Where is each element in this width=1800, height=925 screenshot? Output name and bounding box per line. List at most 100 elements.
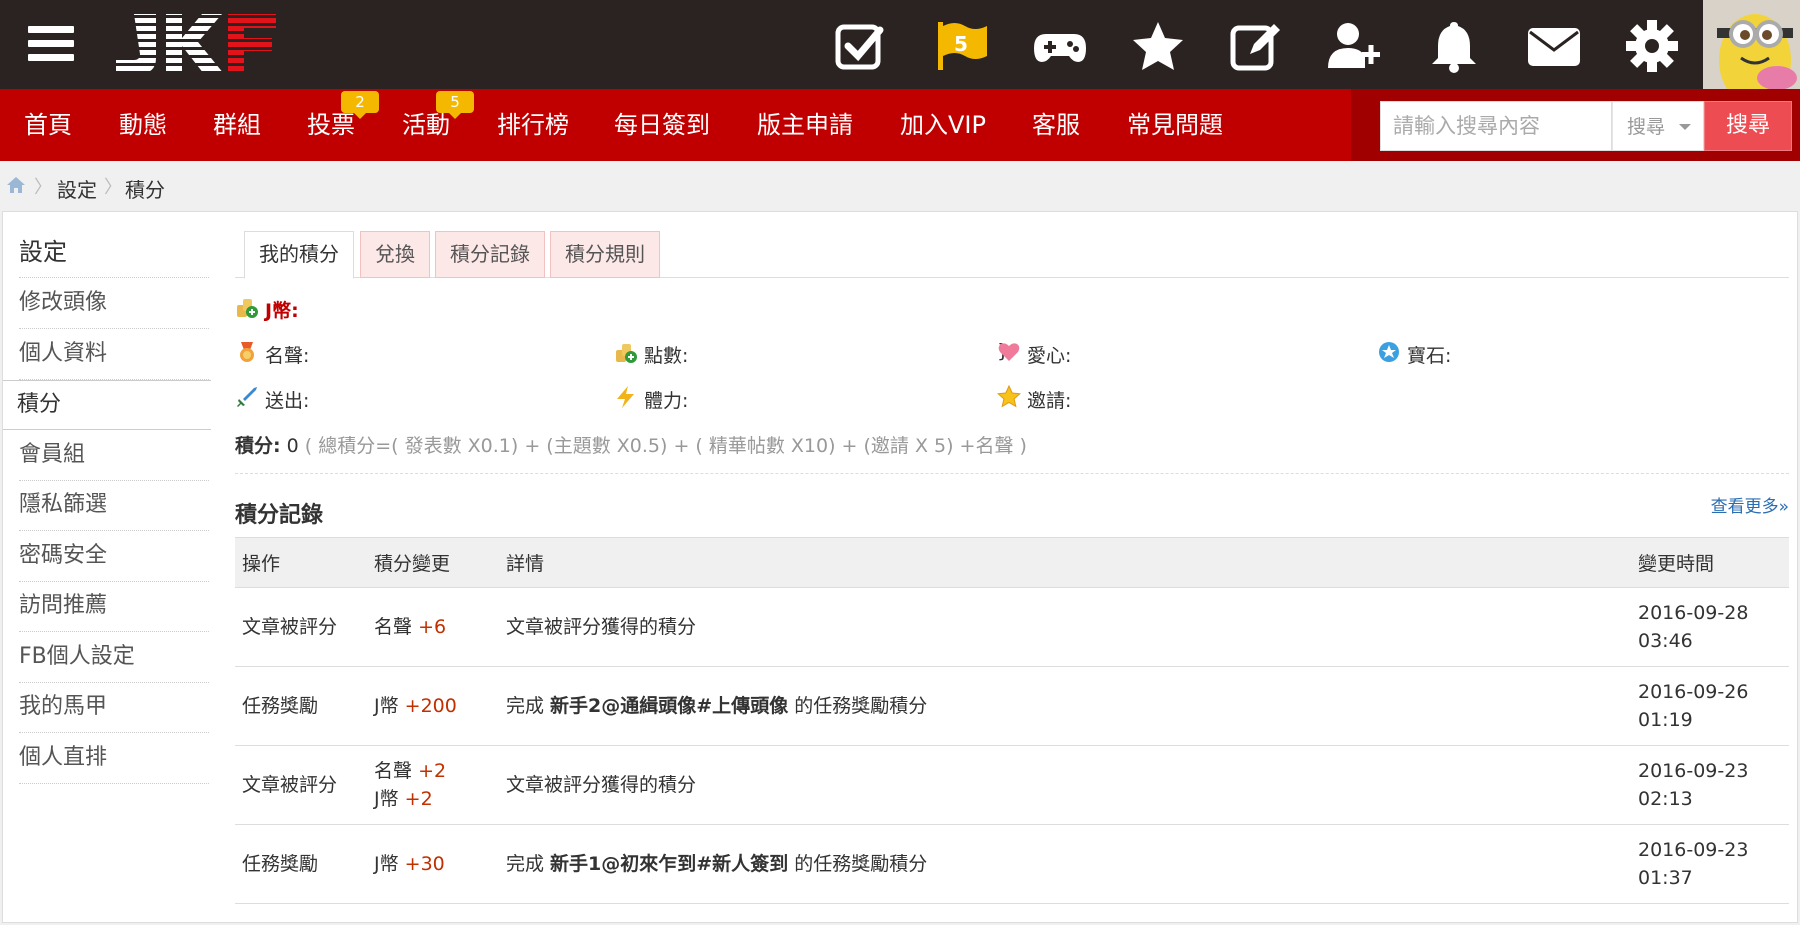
home-icon[interactable] [6,175,26,195]
nav-item-label: 版主申請 [757,111,853,139]
detail-text: 的任務獎勵積分 [788,853,928,875]
add-user-icon[interactable] [1326,18,1382,74]
nav-item[interactable]: 版主申請 [757,89,853,161]
search-input[interactable] [1380,101,1612,151]
sidebar-item[interactable]: 個人直排 [19,734,209,784]
main-nav: 首頁 動態 群組 投票2 活動5 排行榜 每日簽到 版主申請 加入VIP 客服 常見問題 搜尋 搜尋 [0,89,1800,161]
change-value: +6 [418,616,447,638]
nav-item[interactable]: 排行榜 [497,89,569,161]
record-clock: 01:19 [1638,709,1693,731]
tab-points-log[interactable]: 積分記錄 [435,231,545,278]
coins-icon [616,344,637,363]
sidebar-item[interactable]: 我的馬甲 [19,683,209,733]
view-more-link[interactable]: 查看更多» [1711,492,1789,517]
table-row: 任務獎勵 J幣 +30 完成 新手1@初來乍到#新人簽到 的任務獎勵積分 2016-0… [235,824,1789,904]
record-detail: 文章被評分獲得的積分 [499,745,1631,825]
change-value: +30 [404,853,445,875]
record-time: 2016-09-28 03:46 [1631,587,1789,667]
detail-text: 完成 [506,853,551,875]
record-action: 任務獎勵 [235,824,367,904]
bell-icon[interactable] [1426,18,1482,74]
flag-icon[interactable]: 5 [934,18,990,74]
task-name: 新手2@通緝頭像#上傳頭像 [550,695,789,717]
breadcrumb-points: 積分 [125,178,165,202]
sidebar-item[interactable]: 個人資料 [19,330,209,380]
sidebar-item[interactable]: 修改頭像 [19,279,209,329]
breadcrumb: 〉 設定 〉 積分 [0,161,1800,211]
gamepad-icon[interactable] [1032,18,1088,74]
minion-avatar-icon [1703,0,1800,89]
nav-item-label: 投票 [307,111,355,139]
record-date: 2016-09-26 [1638,681,1749,703]
change-type: 名聲 [374,616,413,638]
top-header: 5 [0,0,1800,89]
records-title: 積分記錄 [235,503,324,528]
detail-text: 文章被評分獲得的積分 [506,774,697,796]
table-row: 任務獎勵 J幣 +200 完成 新手2@通緝頭像#上傳頭像 的任務獎勵積分 2016-… [235,666,1789,746]
sidebar-item[interactable]: FB個人設定 [19,633,209,683]
sidebar-item[interactable]: 積分 [3,380,211,430]
hamburger-menu-icon[interactable] [28,26,74,66]
record-action: 文章被評分 [235,587,367,667]
nav-item-label: 群組 [213,111,261,139]
tab-points-rules[interactable]: 積分規則 [550,231,660,278]
record-clock: 01:37 [1638,867,1693,889]
nav-item[interactable]: 群組 [213,89,261,161]
record-clock: 03:46 [1638,630,1693,652]
nav-item[interactable]: 動態 [119,89,167,161]
nav-item[interactable]: 活動 5 [402,89,474,161]
nav-item[interactable]: 常見問題 [1127,89,1223,161]
site-logo[interactable] [112,10,277,76]
mail-icon[interactable] [1526,18,1582,74]
score-label: 積分: [235,435,281,457]
nav-item-label: 每日簽到 [614,111,710,139]
nav-item[interactable]: 投票 2 [307,89,379,161]
sidebar-item[interactable]: 訪問推薦 [19,582,209,632]
tab-exchange[interactable]: 兌換 [360,231,430,278]
invite-label: 邀請: [1027,390,1072,412]
sidebar-item[interactable]: 會員組 [19,431,209,481]
breadcrumb-separator-icon: 〉 [34,177,52,198]
nav-item[interactable]: 首頁 [24,89,72,161]
search-type-select[interactable]: 搜尋 [1612,101,1704,151]
points-records-table: 操作 積分變更 詳情 變更時間 文章被評分 名聲 +6 文章被評分獲得的積分 2016… [235,537,1789,904]
record-action: 任務獎勵 [235,666,367,746]
edit-icon[interactable] [1228,18,1284,74]
coins-icon [237,299,258,318]
total-score-line: 積分: 0 ( 總積分=( 發表數 X0.1) + (主題數 X0.5) + (… [235,431,1027,458]
score-value: 0 [286,435,299,457]
nav-item[interactable]: 加入VIP [900,89,986,161]
column-header-detail: 詳情 [499,537,1631,588]
change-value: +2 [404,788,433,810]
search-button[interactable]: 搜尋 [1704,101,1792,151]
gear-icon[interactable] [1624,18,1680,74]
star-icon[interactable] [1130,18,1186,74]
nav-item[interactable]: 每日簽到 [614,89,710,161]
detail-text: 完成 [506,695,551,717]
change-line: 名聲 +2 [374,757,499,785]
record-date: 2016-09-23 [1638,839,1749,861]
flag-badge: 5 [954,32,968,56]
nav-item-label: 活動 [402,111,450,139]
gem-label: 寶石: [1407,345,1452,367]
nav-badge: 2 [341,91,379,119]
medal-icon [240,342,254,362]
checkbox-icon[interactable] [832,18,888,74]
sidebar-item[interactable]: 密碼安全 [19,532,209,582]
points-label: 點數: [644,345,689,367]
tab-my-points[interactable]: 我的積分 [244,231,354,279]
change-line: J幣 +30 [374,850,499,878]
jkf-logo-icon [116,14,276,74]
avatar[interactable] [1703,0,1800,89]
settings-sidebar: 設定 修改頭像 個人資料 積分 會員組 隱私篩選 密碼安全 訪問推薦 FB個人設定 我的馬甲 個人… [3,212,211,812]
chevron-down-icon [1679,124,1691,130]
nav-item[interactable]: 客服 [1032,89,1080,161]
settings-panel: 設定 修改頭像 個人資料 積分 會員組 隱私篩選 密碼安全 訪問推薦 FB個人設定 我的馬甲 個人… [2,211,1798,923]
record-detail: 文章被評分獲得的積分 [499,587,1631,667]
sidebar-item[interactable]: 隱私篩選 [19,481,209,531]
task-name: 新手1@初來乍到#新人簽到 [550,853,789,875]
change-line: J幣 +200 [374,692,499,720]
record-time: 2016-09-26 01:19 [1631,666,1789,746]
breadcrumb-settings[interactable]: 設定 [57,174,97,203]
table-row: 文章被評分 名聲 +2 J幣 +2 文章被評分獲得的積分 2016-09-23 02:13 [235,745,1789,825]
